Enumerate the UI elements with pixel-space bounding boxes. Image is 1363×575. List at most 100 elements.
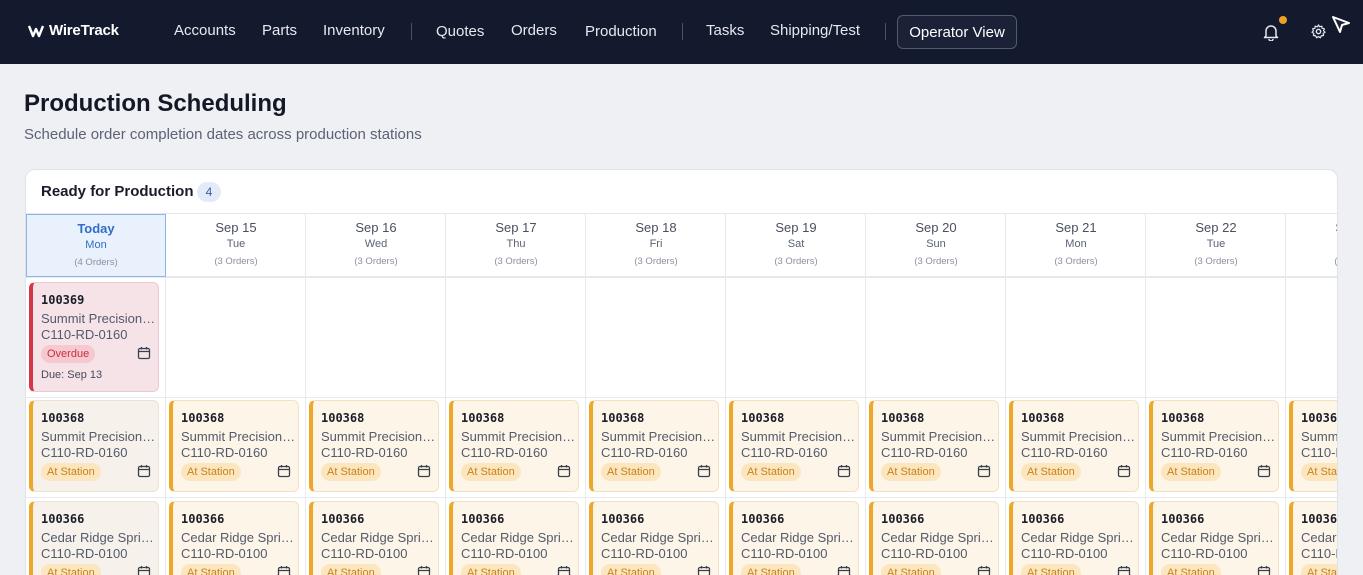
- calendar-icon[interactable]: [1257, 464, 1271, 483]
- day-date: Sep 23: [1286, 220, 1337, 235]
- customer-name: Cedar Ridge Springs: [1161, 530, 1277, 545]
- nav-quotes[interactable]: Quotes: [436, 23, 484, 40]
- customer-name: Cedar Ridge Springs: [881, 530, 997, 545]
- nav-divider: [885, 23, 886, 40]
- order-id: 100368: [41, 411, 85, 425]
- customer-name: Summit Precision Wiring: [881, 429, 997, 444]
- customer-name: Summit Precision Wiring: [461, 429, 577, 444]
- day-order-count: (3 Orders): [1054, 256, 1098, 267]
- day-column[interactable]: Sep 20 Sun (3 Orders) 100368 Summit Precisio…: [866, 214, 1006, 575]
- calendar-icon[interactable]: [417, 464, 431, 483]
- order-id: 100366: [601, 512, 645, 526]
- day-column[interactable]: Sep 19 Sat (3 Orders) 100368 Summit Precisio…: [726, 214, 866, 575]
- customer-name: Cedar Ridge Springs: [461, 530, 577, 545]
- customer-name: Summit Precision Wiring: [1161, 429, 1277, 444]
- day-column[interactable]: Sep 16 Wed (3 Orders) 100368 Summit Precisio…: [306, 214, 446, 575]
- customer-name: Summit Precision Wiring: [1301, 429, 1338, 444]
- order-card[interactable]: 100368 Summit Precision WiringC110-RD-016…: [449, 400, 579, 492]
- calendar-icon[interactable]: [1117, 464, 1131, 483]
- calendar-icon[interactable]: [137, 346, 151, 365]
- nav-production[interactable]: Production: [585, 23, 657, 40]
- order-card[interactable]: 100366 Cedar Ridge SpringsC110-RD-0100 At …: [729, 501, 859, 575]
- day-column[interactable]: Sep 22 Tue (3 Orders) 100368 Summit Precisio…: [1146, 214, 1286, 575]
- schedule-panel: Ready for Production 4 Today Mon (4 Orders…: [25, 169, 1338, 575]
- order-card[interactable]: 100366 Cedar Ridge SpringsC110-RD-0100 At …: [589, 501, 719, 575]
- calendar-icon[interactable]: [417, 565, 431, 575]
- status-badge: At Station: [41, 564, 101, 575]
- nav-inventory[interactable]: Inventory: [323, 22, 385, 39]
- day-header: Sep 18 Fri (3 Orders): [586, 214, 726, 277]
- calendar-icon[interactable]: [1117, 565, 1131, 575]
- order-card[interactable]: 100366 Cedar Ridge SpringsC110-RD-0100 At …: [1149, 501, 1279, 575]
- day-column[interactable]: Sep 23 Wed (3 Orders) 100368 Summit Precisio…: [1286, 214, 1338, 575]
- calendar-icon[interactable]: [277, 464, 291, 483]
- day-column[interactable]: Sep 21 Mon (3 Orders) 100368 Summit Precisio…: [1006, 214, 1146, 575]
- part-number: C110-RD-0100: [881, 546, 968, 561]
- day-weekday: Wed: [1286, 238, 1337, 250]
- calendar-icon[interactable]: [977, 464, 991, 483]
- part-number: C110-RD-0160: [1301, 445, 1337, 460]
- bell-icon[interactable]: [1263, 23, 1279, 46]
- part-number: C110-RD-0160: [461, 445, 548, 460]
- calendar-icon[interactable]: [697, 565, 711, 575]
- order-card-overdue[interactable]: 100369 Summit Precision WiringC110-RD-016…: [29, 282, 159, 392]
- calendar-icon[interactable]: [837, 464, 851, 483]
- day-weekday: Mon: [85, 239, 107, 251]
- day-header: Sep 22 Tue (3 Orders): [1146, 214, 1286, 277]
- order-id: 100366: [1301, 512, 1338, 526]
- order-id: 100366: [461, 512, 505, 526]
- calendar-icon[interactable]: [557, 464, 571, 483]
- calendar-icon[interactable]: [277, 565, 291, 575]
- order-card[interactable]: 100366 Cedar Ridge SpringsC110-RD-0100 At …: [1289, 501, 1338, 575]
- operator-view-button[interactable]: Operator View: [897, 15, 1017, 49]
- order-card[interactable]: 100368 Summit Precision WiringC110-RD-016…: [729, 400, 859, 492]
- calendar-icon[interactable]: [137, 464, 151, 483]
- calendar-icon[interactable]: [1257, 565, 1271, 575]
- day-date: Sep 17: [495, 220, 537, 235]
- day-column[interactable]: Sep 17 Thu (3 Orders) 100368 Summit Precisio…: [446, 214, 586, 575]
- order-id: 100366: [881, 512, 925, 526]
- calendar-icon[interactable]: [977, 565, 991, 575]
- status-badge: At Station: [1161, 564, 1221, 575]
- order-card[interactable]: 100368 Summit Precision WiringC110-RD-016…: [1149, 400, 1279, 492]
- calendar-icon[interactable]: [557, 565, 571, 575]
- calendar-icon[interactable]: [837, 565, 851, 575]
- day-column[interactable]: Sep 18 Fri (3 Orders) 100368 Summit Precisio…: [586, 214, 726, 575]
- day-weekday: Wed: [364, 238, 388, 250]
- order-card[interactable]: 100366 Cedar Ridge SpringsC110-RD-0100 At …: [309, 501, 439, 575]
- part-number: C110-RD-0160: [741, 445, 828, 460]
- calendar-icon[interactable]: [137, 565, 151, 575]
- status-badge: At Station: [601, 564, 661, 575]
- day-column[interactable]: Sep 15 Tue (3 Orders) 100368 Summit Precisio…: [166, 214, 306, 575]
- order-card[interactable]: 100366 Cedar Ridge SpringsC110-RD-0100 At …: [869, 501, 999, 575]
- order-card[interactable]: 100366 Cedar Ridge SpringsC110-RD-0100 At …: [449, 501, 579, 575]
- order-card[interactable]: 100368 Summit Precision WiringC110-RD-016…: [589, 400, 719, 492]
- order-card[interactable]: 100366 Cedar Ridge SpringsC110-RD-0100 At …: [169, 501, 299, 575]
- status-badge: At Station: [1301, 564, 1337, 575]
- day-header: Sep 17 Thu (3 Orders): [446, 214, 586, 277]
- order-card[interactable]: 100368 Summit Precision WiringC110-RD-016…: [29, 400, 159, 492]
- gear-icon[interactable]: [1311, 24, 1326, 44]
- nav-orders[interactable]: Orders: [511, 22, 557, 39]
- status-badge: At Station: [881, 463, 941, 481]
- customer-name: Summit Precision Wiring: [601, 429, 717, 444]
- order-card[interactable]: 100366 Cedar Ridge SpringsC110-RD-0100 At …: [1009, 501, 1139, 575]
- order-card[interactable]: 100368 Summit Precision WiringC110-RD-016…: [869, 400, 999, 492]
- order-card[interactable]: 100368 Summit Precision WiringC110-RD-016…: [1009, 400, 1139, 492]
- logo[interactable]: WireTrack: [28, 22, 119, 39]
- nav-shipping-test[interactable]: Shipping/Test: [770, 22, 860, 39]
- customer-name: Summit Precision Wiring: [741, 429, 857, 444]
- calendar-icon[interactable]: [697, 464, 711, 483]
- nav-parts[interactable]: Parts: [262, 22, 297, 39]
- nav-accounts[interactable]: Accounts: [174, 22, 236, 39]
- status-badge: At Station: [741, 463, 801, 481]
- order-card[interactable]: 100368 Summit Precision WiringC110-RD-016…: [309, 400, 439, 492]
- day-column[interactable]: Today Mon (4 Orders) 100369 Summit Precision…: [26, 214, 166, 575]
- order-card[interactable]: 100368 Summit Precision WiringC110-RD-016…: [1289, 400, 1338, 492]
- order-card[interactable]: 100366 Cedar Ridge SpringsC110-RD-0100 At …: [29, 501, 159, 575]
- order-card[interactable]: 100368 Summit Precision WiringC110-RD-016…: [169, 400, 299, 492]
- day-order-count: (3 Orders): [634, 256, 678, 267]
- part-number: C110-RD-0100: [321, 546, 408, 561]
- nav-tasks[interactable]: Tasks: [706, 22, 744, 39]
- day-order-count: (3 Orders): [494, 256, 538, 267]
